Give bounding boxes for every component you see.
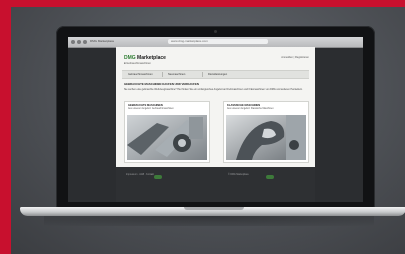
footer-button[interactable]: [154, 175, 162, 179]
red-accent-bar: [0, 0, 11, 254]
web-page: DMG Marketplace ■ Gebrauchtmaschinen Anm…: [116, 47, 315, 202]
site-logo-subtitle: ■ Gebrauchtmaschinen: [124, 62, 151, 65]
maximize-dot-icon[interactable]: [83, 40, 87, 44]
card-title: KLASSISCHE MASCHINEN: [227, 104, 261, 107]
red-accent-top: [0, 0, 405, 7]
minimize-dot-icon[interactable]: [77, 40, 81, 44]
close-dot-icon[interactable]: [71, 40, 75, 44]
laptop-notch: [184, 207, 244, 210]
address-bar[interactable]: www.dmg-marketplace.com: [168, 39, 268, 44]
site-logo[interactable]: DMG Marketplace: [124, 55, 166, 61]
camera-icon: [214, 30, 217, 33]
card-text: Aus unserem Angebot: Gebrauchtmaschinen: [128, 108, 174, 110]
page-footer: Impressum · AGB · Kontakt © DMG Marketpl…: [116, 167, 315, 202]
nav-item-used-machines[interactable]: Gebrauchtmaschinen: [128, 72, 153, 77]
login-link[interactable]: Anmelden | Registrieren: [281, 56, 309, 59]
classic-machines-card[interactable]: KLASSISCHE MASCHINEN Aus unserem Angebot…: [223, 101, 309, 163]
intro-paragraph: Sie suchen eine gebrauchte Werkzeugmasch…: [124, 88, 303, 91]
address-bar-text: www.dmg-marketplace.com: [171, 39, 208, 43]
card-text: Aus unserem Angebot: Klassische Maschine…: [227, 108, 274, 110]
card-title: GEBRAUCHTE MASCHINEN: [128, 104, 163, 107]
footer-copyright: © DMG Marketplace: [228, 174, 249, 176]
intro-heading: GEBRAUCHTE MASCHINEN KAUFEN UND VERKAUFE…: [124, 82, 199, 86]
footer-links[interactable]: Impressum · AGB · Kontakt: [126, 174, 154, 176]
nav-divider: [202, 72, 203, 77]
used-machines-card[interactable]: GEBRAUCHTE MASCHINEN Aus unserem Angebot…: [124, 101, 210, 163]
main-nav: Gebrauchtmaschinen Neumaschinen Dienstle…: [122, 70, 309, 79]
nav-item-new-machines[interactable]: Neumaschinen: [168, 72, 185, 77]
machine-photo[interactable]: [226, 115, 306, 160]
laptop-lid: DMG Marketplace www.dmg-marketplace.com …: [56, 26, 375, 208]
browser-title: DMG Marketplace: [90, 39, 115, 43]
footer-button[interactable]: [266, 175, 274, 179]
nav-item-services[interactable]: Dienstleistungen: [208, 72, 227, 77]
laptop-base: [20, 207, 405, 216]
laptop-shadow: [44, 216, 374, 226]
nav-divider: [162, 72, 163, 77]
machine-photo[interactable]: [127, 115, 207, 160]
laptop-screen: DMG Marketplace www.dmg-marketplace.com …: [68, 37, 363, 202]
